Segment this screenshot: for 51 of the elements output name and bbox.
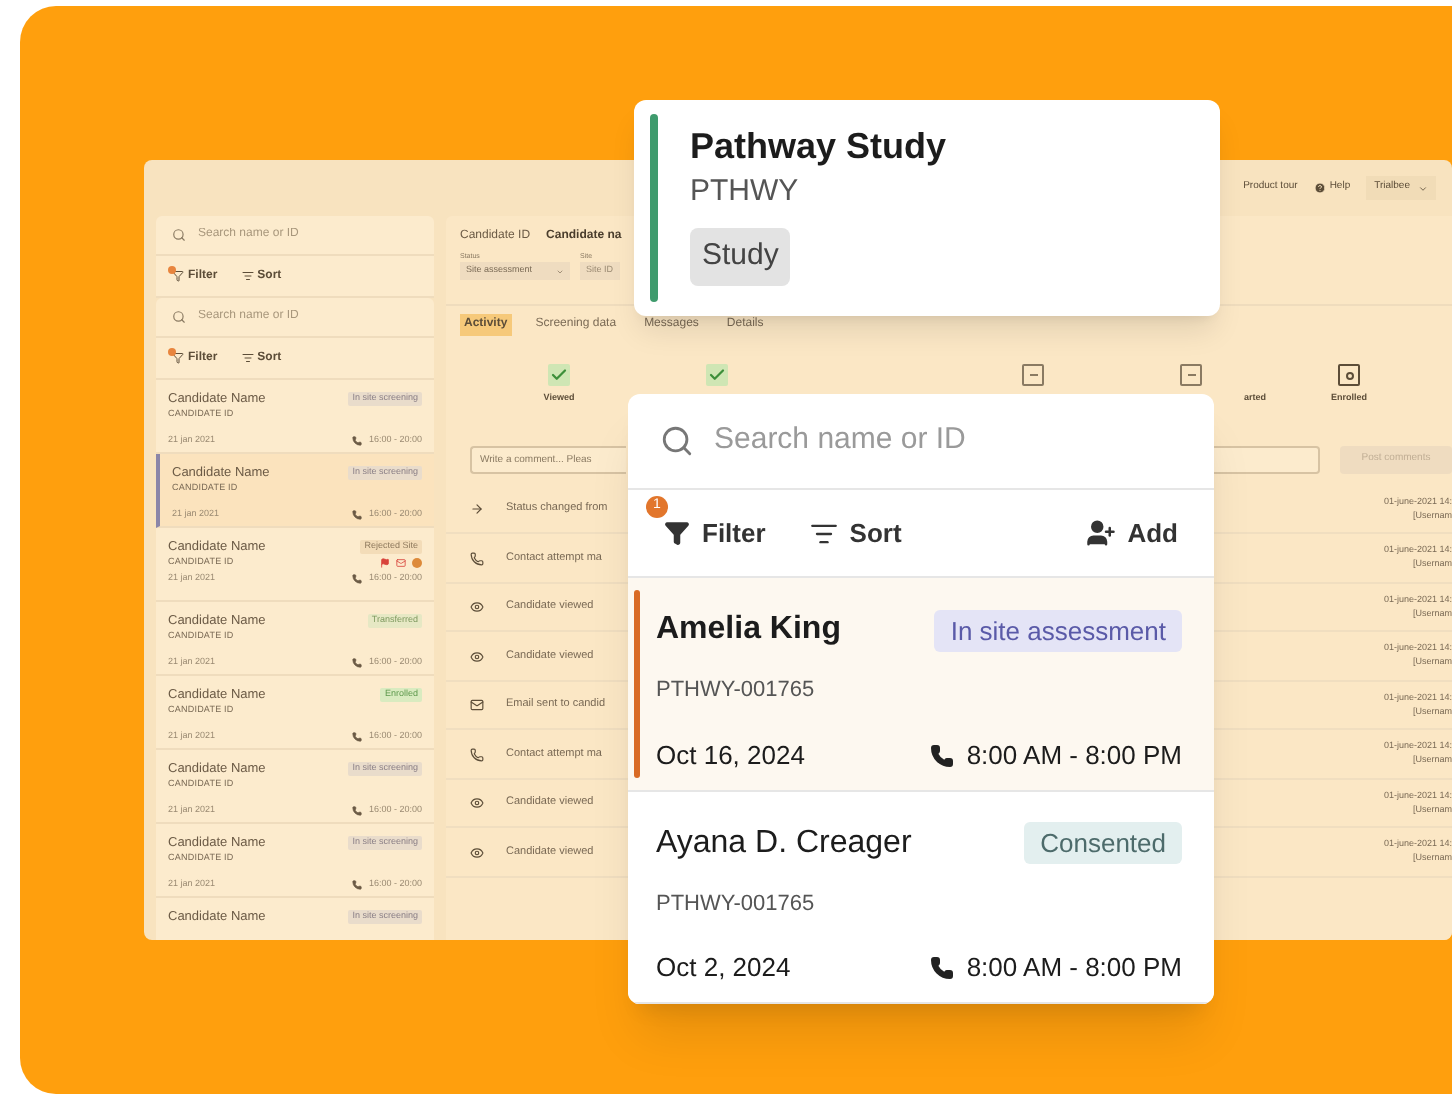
phone-icon bbox=[352, 509, 363, 520]
activity-icon bbox=[470, 649, 484, 663]
candidate-item[interactable]: Amelia King In site assessment PTHWY-001765 Oct 16, 2024 8:00 AM - 8:00 PM bbox=[628, 578, 1214, 792]
activity-icon bbox=[470, 796, 484, 810]
candidate-id: PTHWY-001765 bbox=[656, 889, 817, 920]
flag-icon bbox=[380, 557, 390, 568]
activity-icon bbox=[470, 698, 484, 712]
phone-icon bbox=[352, 731, 363, 742]
study-code: PTHWY bbox=[690, 172, 799, 212]
phone-icon bbox=[930, 955, 955, 980]
activity-icon bbox=[470, 845, 484, 859]
candidate-date: Oct 2, 2024 bbox=[656, 950, 791, 987]
help-icon bbox=[1313, 182, 1326, 194]
sort-icon bbox=[809, 519, 838, 548]
candidate-name: Amelia King bbox=[656, 610, 841, 651]
study-tag: Study bbox=[690, 228, 791, 285]
chevron-down-icon bbox=[1418, 183, 1428, 193]
phone-icon bbox=[352, 573, 363, 584]
status-tag: Consented bbox=[1024, 821, 1182, 865]
filter-icon bbox=[172, 270, 184, 282]
sort-icon bbox=[241, 270, 254, 282]
filter-icon bbox=[664, 520, 690, 547]
candidate-hours: 8:00 AM - 8:00 PM bbox=[966, 737, 1182, 774]
status-tag: In site assessment bbox=[934, 609, 1182, 653]
filter-icon bbox=[172, 352, 184, 364]
candidate-id: PTHWY-001765 bbox=[656, 676, 817, 707]
phone-icon bbox=[930, 743, 955, 768]
search-icon bbox=[660, 423, 694, 458]
candidate-hours: 8:00 AM - 8:00 PM bbox=[966, 950, 1182, 987]
candidate-name: Ayana D. Creager bbox=[656, 823, 912, 864]
candidate-item[interactable]: Ayana D. Creager Consented PTHWY-001765 Oct 2, 2024 8:00 AM - 8:00 PM bbox=[628, 791, 1214, 1004]
search-field[interactable]: Search name or ID bbox=[714, 418, 1182, 464]
filter-button[interactable]: Filter bbox=[664, 513, 766, 553]
add-button[interactable]: Add bbox=[1085, 513, 1178, 553]
search-icon bbox=[172, 310, 186, 324]
comment-field-end bbox=[1212, 445, 1320, 474]
phone-icon bbox=[352, 879, 363, 890]
add-user-icon bbox=[1085, 518, 1116, 549]
mail-icon bbox=[396, 557, 406, 568]
activity-icon bbox=[470, 600, 484, 614]
study-title: Pathway Study bbox=[690, 124, 947, 168]
activity-icon bbox=[470, 551, 484, 565]
search-icon bbox=[172, 228, 186, 242]
candidate-date: Oct 16, 2024 bbox=[656, 737, 805, 774]
phone-icon bbox=[352, 805, 363, 816]
activity-icon bbox=[470, 747, 484, 761]
phone-icon bbox=[352, 657, 363, 668]
activity-icon bbox=[470, 502, 484, 516]
sort-icon bbox=[241, 352, 254, 364]
phone-icon bbox=[352, 435, 363, 446]
sort-button[interactable]: Sort bbox=[809, 513, 902, 553]
